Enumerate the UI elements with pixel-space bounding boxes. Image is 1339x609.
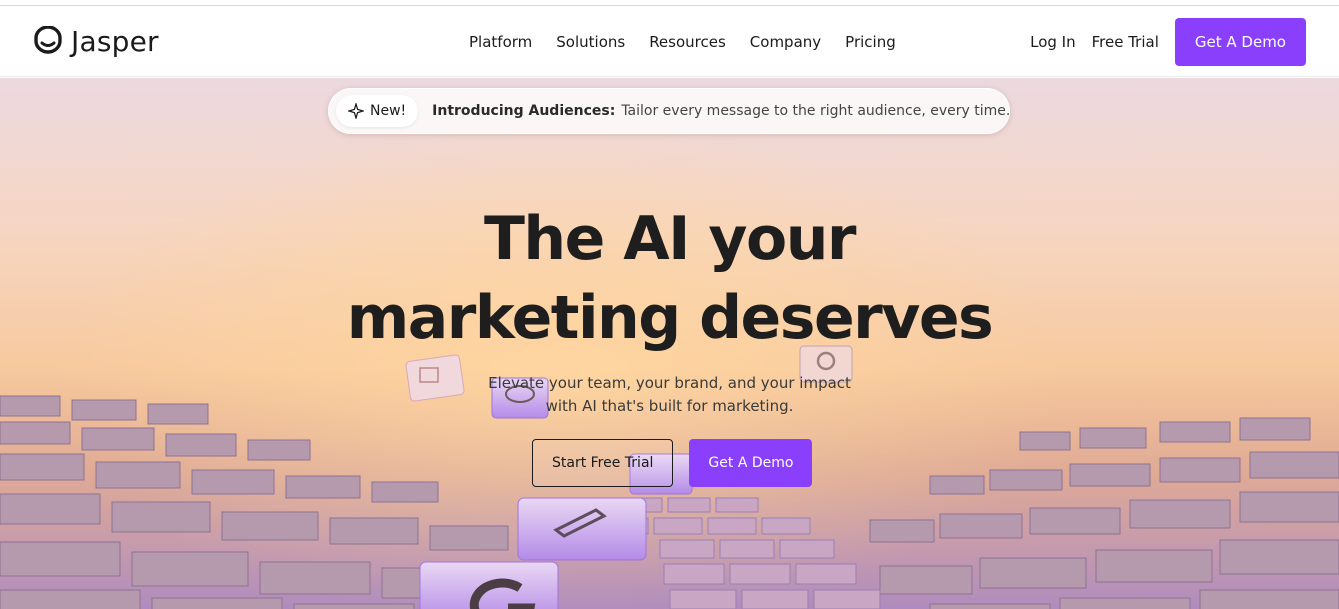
announcement-bar[interactable]: New! Introducing Audiences: Tailor every… bbox=[328, 88, 1010, 134]
hero-subtext-line1: Elevate your team, your brand, and your … bbox=[488, 374, 851, 392]
sparkle-icon bbox=[348, 103, 364, 119]
nav-resources[interactable]: Resources bbox=[649, 33, 726, 51]
hero-section: New! Introducing Audiences: Tailor every… bbox=[0, 78, 1339, 609]
login-link[interactable]: Log In bbox=[1030, 33, 1076, 51]
hero-headline: The AI your marketing deserves bbox=[0, 200, 1339, 358]
site-header: Jasper Platform Solutions Resources Comp… bbox=[0, 7, 1339, 77]
hero-cta-group: Start Free Trial Get A Demo bbox=[532, 439, 813, 487]
free-trial-link[interactable]: Free Trial bbox=[1092, 33, 1159, 51]
new-badge: New! bbox=[336, 95, 419, 127]
announcement-text: Tailor every message to the right audien… bbox=[621, 103, 1011, 119]
nav-company[interactable]: Company bbox=[750, 33, 821, 51]
nav-platform[interactable]: Platform bbox=[469, 33, 532, 51]
nav-pricing[interactable]: Pricing bbox=[845, 33, 896, 51]
nav-solutions[interactable]: Solutions bbox=[556, 33, 625, 51]
main-nav: Platform Solutions Resources Company Pri… bbox=[469, 7, 896, 77]
get-demo-button-header[interactable]: Get A Demo bbox=[1174, 18, 1306, 66]
get-demo-button-hero[interactable]: Get A Demo bbox=[689, 439, 813, 487]
announcement-title: Introducing Audiences: bbox=[432, 103, 616, 119]
start-free-trial-button[interactable]: Start Free Trial bbox=[532, 439, 674, 487]
hero-headline-line2: marketing deserves bbox=[346, 283, 994, 353]
hero-subtext: Elevate your team, your brand, and your … bbox=[0, 372, 1339, 418]
header-actions: Log In Free Trial Get A Demo bbox=[1030, 18, 1306, 66]
jasper-logo[interactable]: Jasper bbox=[31, 24, 159, 58]
brand-name: Jasper bbox=[71, 24, 159, 58]
jasper-logo-icon bbox=[34, 26, 62, 54]
hero-subtext-line2: with AI that's built for marketing. bbox=[545, 397, 794, 415]
hero-headline-line1: The AI your bbox=[483, 204, 857, 274]
browser-top-edge bbox=[0, 0, 1339, 6]
new-badge-label: New! bbox=[370, 103, 407, 119]
